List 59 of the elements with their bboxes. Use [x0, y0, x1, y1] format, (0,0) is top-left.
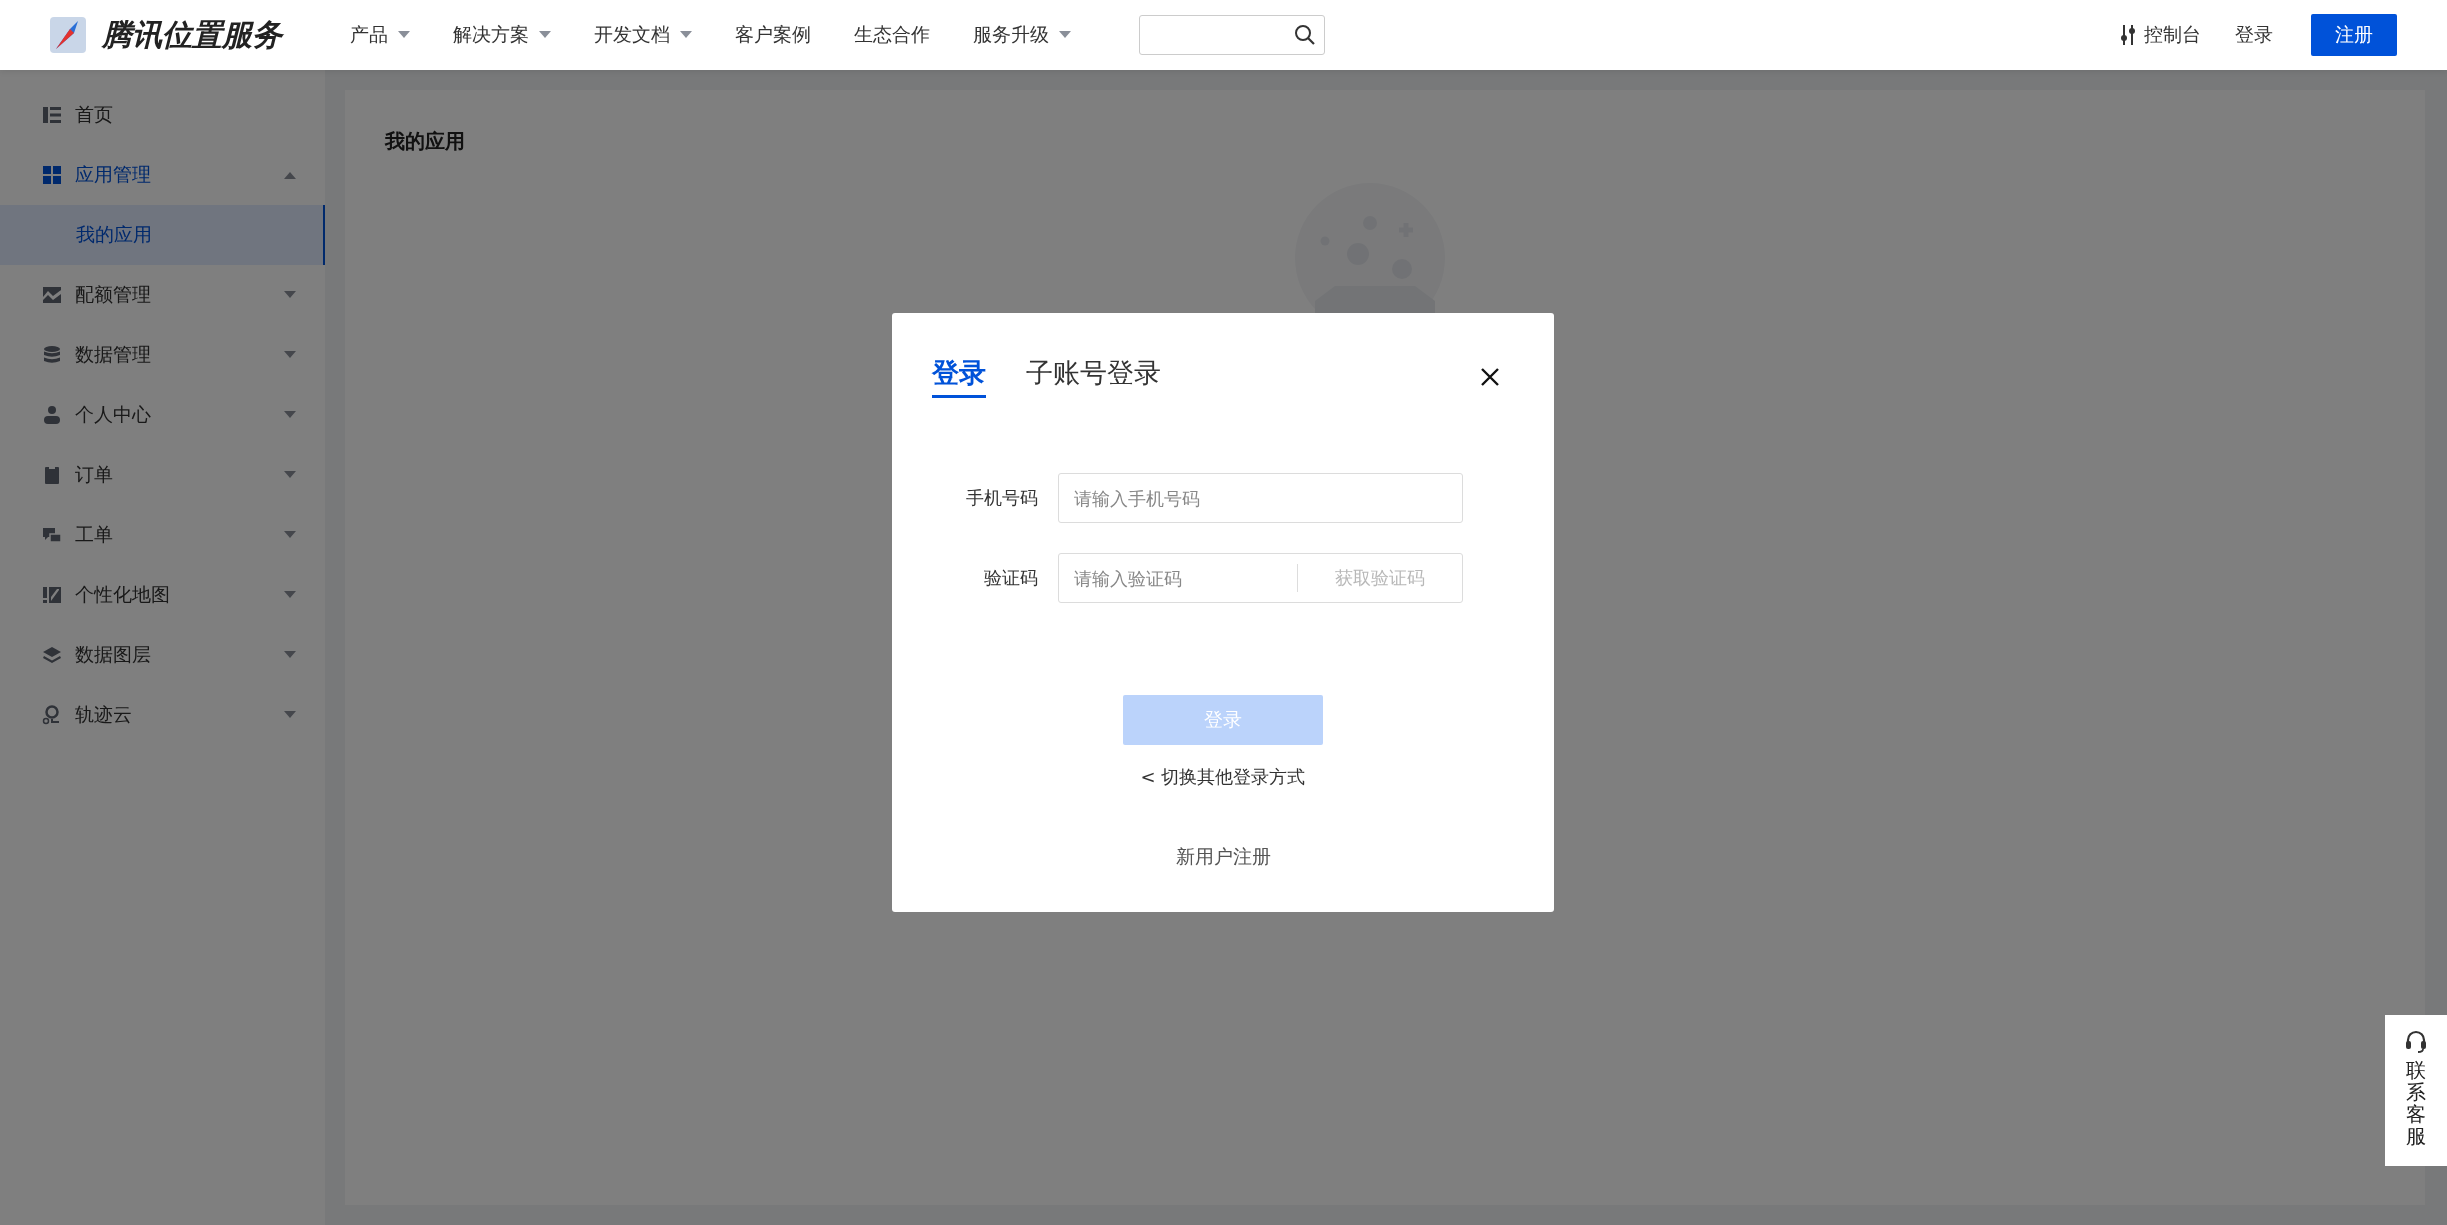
menu-icon — [42, 585, 62, 605]
sidebar-item[interactable]: 应用管理 — [0, 145, 325, 205]
nav-item[interactable]: 客户案例 — [735, 22, 844, 48]
caret-icon — [398, 31, 410, 39]
menu-icon — [42, 645, 62, 665]
nav-item[interactable]: 服务升级 — [973, 22, 1104, 48]
register-link[interactable]: 新用户注册 — [1175, 844, 1271, 870]
field-label: 验证码 — [983, 566, 1039, 590]
caret-icon — [284, 591, 296, 599]
caret-icon — [680, 31, 692, 39]
menu-icon — [42, 105, 62, 125]
register-button[interactable]: 注册 — [2311, 14, 2397, 56]
sidebar-item[interactable]: 订单 — [0, 445, 325, 505]
nav-item[interactable]: 生态合作 — [854, 22, 963, 48]
caret-icon — [1059, 31, 1071, 39]
headset-icon — [2404, 1029, 2428, 1053]
sidebar-item[interactable]: 工单 — [0, 505, 325, 565]
field-label: 手机号码 — [965, 486, 1039, 510]
menu-icon — [42, 705, 62, 725]
sliders-icon — [2120, 24, 2136, 46]
sidebar-item[interactable]: 个性化地图 — [0, 565, 325, 625]
sidebar-item[interactable]: 轨迹云 — [0, 685, 325, 745]
caret-icon — [284, 531, 296, 539]
console-link[interactable]: 控制台 — [2144, 22, 2201, 48]
menu-icon — [42, 405, 62, 425]
sidebar-item[interactable]: 数据管理 — [0, 325, 325, 385]
logo-icon — [48, 15, 88, 55]
menu-icon — [42, 525, 62, 545]
caret-icon — [284, 171, 296, 179]
caret-icon — [284, 291, 296, 299]
sidebar-item[interactable]: 个人中心 — [0, 385, 325, 445]
search-icon — [1294, 24, 1316, 46]
page-title: 我的应用 — [385, 128, 466, 155]
caret-icon — [284, 411, 296, 419]
menu-icon — [42, 345, 62, 365]
login-tab[interactable]: 子账号登录 — [1026, 355, 1161, 398]
login-link[interactable]: 登录 — [2235, 22, 2273, 48]
sidebar-item[interactable]: 数据图层 — [0, 625, 325, 685]
nav-item[interactable]: 产品 — [350, 22, 443, 48]
nav-item[interactable]: 解决方案 — [453, 22, 584, 48]
menu-icon — [42, 465, 62, 485]
caret-icon — [284, 711, 296, 719]
sidebar-item[interactable]: 配额管理 — [0, 265, 325, 325]
code-input-field[interactable]: 请输入验证码 — [1059, 554, 1297, 602]
phone-input-field[interactable]: 请输入手机号码 — [1058, 473, 1463, 523]
caret-icon — [284, 351, 296, 359]
nav-item[interactable]: 开发文档 — [594, 22, 725, 48]
search-field[interactable] — [1139, 15, 1325, 55]
close-icon[interactable] — [1480, 366, 1500, 387]
sidebar-item[interactable]: 首页 — [0, 85, 325, 145]
caret-icon — [284, 471, 296, 479]
logo-text: 腾讯位置服务 — [102, 15, 282, 54]
contact-support-link[interactable]: 联系客服 — [2406, 1059, 2426, 1147]
switch-login-link[interactable]: < 切换其他登录方式 — [1140, 765, 1306, 789]
menu-icon — [42, 165, 62, 185]
login-tab[interactable]: 登录 — [932, 355, 986, 398]
caret-icon — [539, 31, 551, 39]
caret-icon — [284, 651, 296, 659]
menu-icon — [42, 285, 62, 305]
